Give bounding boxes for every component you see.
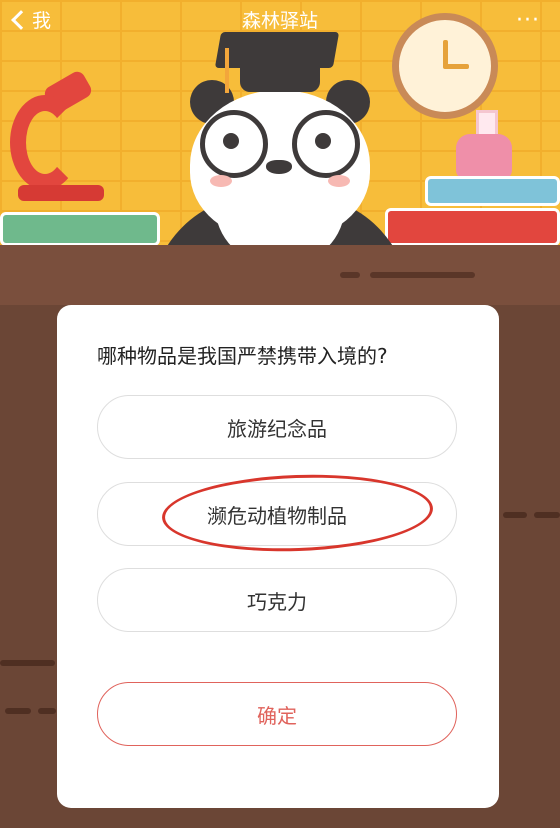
option-button-3[interactable]: 巧克力 <box>97 568 457 632</box>
panda-cheek-right <box>328 175 350 187</box>
desk-groove <box>340 272 360 278</box>
book-blue-icon <box>425 176 560 206</box>
microscope-icon <box>10 95 80 190</box>
floor-groove <box>503 512 527 518</box>
flask-icon <box>456 110 512 180</box>
panda-nose <box>266 160 292 174</box>
book-red-icon <box>385 208 560 246</box>
floor-groove <box>38 708 56 714</box>
floor-groove <box>534 512 560 518</box>
top-nav-bar: 我 森林驿站 ··· <box>0 0 560 40</box>
cap-tassel <box>225 48 229 93</box>
panda-cheek-left <box>210 175 232 187</box>
panda-glasses-right <box>292 110 360 178</box>
book-stack-left-icon <box>0 212 160 246</box>
panda-glasses-left <box>200 110 268 178</box>
floor-groove <box>0 660 55 666</box>
question-text: 哪种物品是我国严禁携带入境的? <box>97 344 388 368</box>
floor-groove <box>5 708 31 714</box>
option-button-2[interactable]: 濒危动植物制品 <box>97 482 457 546</box>
more-menu-button[interactable]: ··· <box>516 8 540 33</box>
confirm-button[interactable]: 确定 <box>97 682 457 746</box>
option-button-1[interactable]: 旅游纪念品 <box>97 395 457 459</box>
microscope-base-icon <box>18 185 104 201</box>
desk <box>0 245 560 305</box>
page-title: 森林驿站 <box>241 10 318 32</box>
quiz-card: 哪种物品是我国严禁携带入境的? 旅游纪念品 濒危动植物制品 巧克力 确定 <box>57 305 499 808</box>
desk-groove <box>370 272 475 278</box>
header-illustration: 我 森林驿站 ··· <box>0 0 560 305</box>
